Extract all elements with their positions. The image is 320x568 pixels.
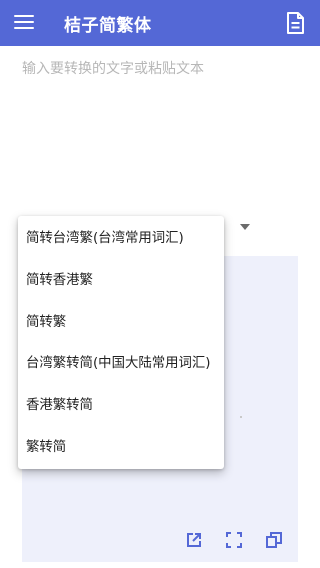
option-simplified-to-hongkong-traditional[interactable]: 简转香港繁	[18, 260, 224, 302]
source-text-input[interactable]: 输入要转换的文字或粘贴文本	[0, 46, 320, 226]
output-actions	[180, 530, 290, 552]
menu-icon[interactable]	[14, 13, 34, 33]
open-external-icon[interactable]	[184, 530, 204, 550]
option-traditional-to-simplified[interactable]: 繁转简	[18, 427, 224, 469]
option-hongkong-traditional-to-simplified[interactable]: 香港繁转简	[18, 385, 224, 427]
conversion-select-arrow-icon[interactable]	[240, 224, 250, 230]
option-simplified-to-traditional[interactable]: 简转繁	[18, 302, 224, 344]
option-simplified-to-taiwan-traditional[interactable]: 简转台湾繁(台湾常用词汇)	[18, 218, 224, 260]
copy-icon[interactable]	[264, 530, 284, 550]
document-icon[interactable]	[282, 10, 308, 36]
fullscreen-icon[interactable]	[224, 530, 244, 550]
app-bar: 桔子简繁体	[0, 0, 320, 46]
input-placeholder: 输入要转换的文字或粘贴文本	[22, 61, 204, 77]
conversion-dropdown-menu: 简转台湾繁(台湾常用词汇) 简转香港繁 简转繁 台湾繁转简(中国大陆常用词汇) …	[18, 216, 224, 469]
app-title: 桔子简繁体	[64, 16, 152, 36]
output-text-marker	[240, 416, 242, 418]
option-taiwan-traditional-to-simplified[interactable]: 台湾繁转简(中国大陆常用词汇)	[18, 343, 224, 385]
